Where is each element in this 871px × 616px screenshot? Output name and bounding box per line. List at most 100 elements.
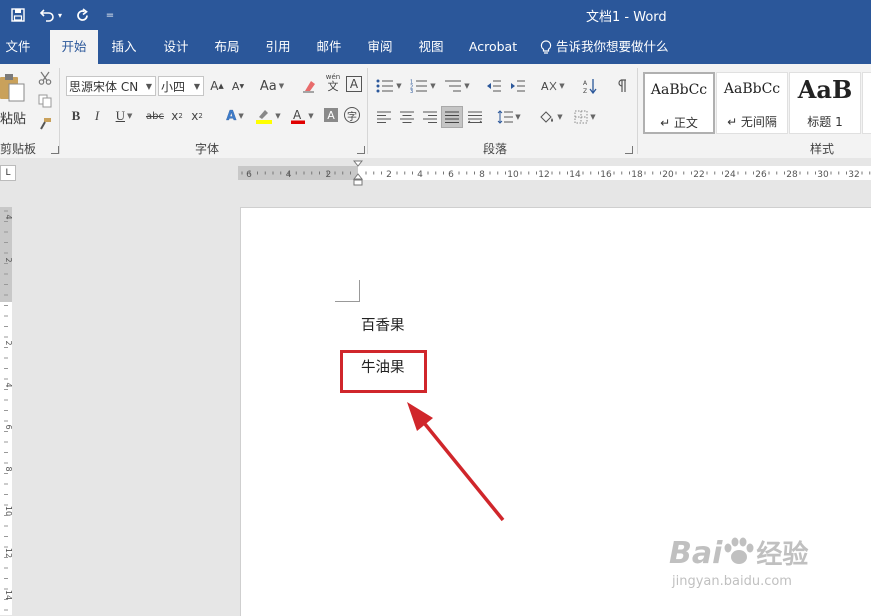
redo-icon[interactable]	[72, 4, 92, 26]
tab-file[interactable]: 文件	[0, 30, 36, 64]
grow-font-icon[interactable]: A ▲	[208, 76, 226, 96]
change-case-button[interactable]: Aa ▼	[256, 76, 288, 96]
show-formatting-marks-icon[interactable]	[612, 76, 630, 96]
ruler-label: 2	[4, 340, 12, 345]
ruler-label: 10	[507, 170, 519, 180]
style-name: ↵ 正文	[660, 116, 698, 130]
cut-icon[interactable]	[36, 68, 54, 88]
bullets-icon	[376, 79, 394, 93]
italic-icon[interactable]: I	[89, 106, 105, 126]
borders-button[interactable]: ▼	[570, 107, 600, 127]
tab-selector-icon[interactable]: L	[0, 165, 16, 181]
chevron-down-icon: ▼	[238, 112, 244, 120]
clear-formatting-icon[interactable]	[300, 76, 320, 96]
font-color-button[interactable]: A ▼	[287, 106, 317, 126]
bold-icon[interactable]: B	[68, 106, 84, 126]
indent-marker-icon[interactable]	[353, 160, 363, 190]
style-next-partial[interactable]	[862, 72, 871, 134]
group-divider	[637, 68, 638, 154]
copy-icon[interactable]	[36, 91, 54, 111]
tab-review[interactable]: 审阅	[360, 30, 400, 64]
font-size-select[interactable]: 小四 ▼	[158, 76, 204, 96]
multilevel-list-button[interactable]: ▼	[442, 76, 472, 96]
ruler-label: 8	[4, 466, 12, 471]
paste-button[interactable]: 粘贴	[0, 70, 30, 130]
line-spacing-button[interactable]: ▼	[494, 107, 524, 127]
annotation-arrow	[407, 402, 505, 522]
numbering-button[interactable]: 123 ▼	[408, 76, 438, 96]
undo-button[interactable]: ▾	[36, 4, 66, 26]
paint-bucket-icon	[540, 111, 554, 123]
style-name: 标题 1	[807, 115, 843, 129]
format-painter-icon[interactable]	[36, 114, 54, 134]
font-name-select[interactable]: 思源宋体 CN ▼	[66, 76, 156, 96]
customize-toolbar-icon[interactable]: =	[102, 4, 118, 26]
align-center-icon[interactable]	[397, 107, 417, 127]
text-effects-button[interactable]: A ▼	[222, 106, 248, 126]
document-page[interactable]: 百香果 牛油果 Bai 经验 jingyan.baidu.com	[240, 207, 871, 616]
align-right-icon[interactable]	[420, 107, 440, 127]
paragraph-group-label: 段落	[483, 142, 508, 156]
distributed-icon[interactable]	[465, 107, 485, 127]
ruler-ticks: 6 4 2 2 4 6 8 10 12 14 16 18 20 22 24 26 28 30 32	[241, 170, 871, 180]
style-sample: AaB	[797, 75, 853, 104]
tab-home[interactable]: 开始	[50, 30, 98, 64]
style-heading-1[interactable]: AaB 标题 1	[789, 72, 861, 134]
align-left-icon[interactable]	[374, 107, 394, 127]
underline-button[interactable]: U ▼	[110, 106, 138, 126]
character-border-icon[interactable]: A	[346, 76, 362, 92]
clipboard-launcher-icon[interactable]	[51, 146, 59, 154]
undo-dropdown-icon[interactable]: ▾	[58, 11, 62, 20]
horizontal-ruler[interactable]: 6 4 2 2 4 6 8 10 12 14 16 18 20 22 24 26 28 30 32	[238, 160, 871, 186]
numbering-icon: 123	[410, 80, 428, 93]
save-icon[interactable]	[8, 4, 28, 26]
chevron-down-icon: ▼	[430, 82, 436, 90]
tab-insert[interactable]: 插入	[104, 30, 144, 64]
ruler-label: 2	[325, 170, 331, 180]
tab-mailings[interactable]: 邮件	[309, 30, 349, 64]
phonetic-char: 文	[327, 80, 339, 93]
chinese-layout-icon: A	[541, 80, 557, 93]
shading-button[interactable]: ▼	[536, 107, 566, 127]
font-color-icon: A	[291, 108, 306, 124]
tell-me-search[interactable]: 告诉我你想要做什么	[540, 30, 680, 64]
vertical-ruler[interactable]: 4 2 2 4 6 8 10 12 14	[0, 207, 12, 615]
subscript-icon[interactable]: x2	[169, 106, 185, 126]
tab-acrobat[interactable]: Acrobat	[462, 30, 524, 64]
ruler-ticks: 4 2 2 4 6 8 10 12 14	[4, 210, 12, 611]
style-no-spacing[interactable]: AaBbCc ↵ 无间隔	[716, 72, 788, 134]
tab-references[interactable]: 引用	[258, 30, 298, 64]
font-launcher-icon[interactable]	[357, 146, 365, 154]
sort-icon[interactable]: AZ	[580, 76, 600, 96]
change-case-label: Aa	[259, 78, 277, 94]
strikethrough-icon[interactable]: abc	[144, 106, 166, 126]
highlight-color-button[interactable]: ▼	[253, 106, 283, 126]
style-normal[interactable]: AaBbCc ↵ 正文	[643, 72, 715, 134]
paragraph-1[interactable]: 百香果	[361, 314, 405, 335]
increase-indent-icon[interactable]	[508, 76, 528, 96]
chevron-down-icon: ▼	[308, 112, 314, 120]
chevron-down-icon: ▼	[145, 82, 152, 91]
ruler-label: 20	[662, 170, 674, 180]
tab-design[interactable]: 设计	[156, 30, 196, 64]
paragraph-launcher-icon[interactable]	[625, 146, 633, 154]
watermark-brand-text: Bai	[669, 536, 723, 571]
superscript-icon[interactable]: x2	[189, 106, 205, 126]
shrink-font-icon[interactable]: A ▼	[229, 76, 247, 96]
tab-layout[interactable]: 布局	[207, 30, 247, 64]
ruler-label: 24	[724, 170, 736, 180]
justify-icon[interactable]	[441, 106, 463, 128]
svg-text:A: A	[541, 80, 549, 93]
bullets-button[interactable]: ▼	[374, 76, 404, 96]
highlight-box	[340, 350, 427, 393]
chinese-layout-button[interactable]: A ▼	[538, 76, 568, 96]
enclose-characters-icon[interactable]: 字	[344, 107, 360, 123]
phonetic-guide-icon[interactable]: wén 文	[322, 72, 344, 92]
watermark-brand-jp: 经验	[756, 540, 809, 570]
character-shading-icon[interactable]: A	[324, 108, 338, 122]
decrease-indent-icon[interactable]	[484, 76, 504, 96]
ruler-label: 28	[786, 170, 798, 180]
ruler-label: 12	[4, 548, 12, 558]
ruler-label: 8	[479, 170, 485, 180]
tab-view[interactable]: 视图	[411, 30, 451, 64]
